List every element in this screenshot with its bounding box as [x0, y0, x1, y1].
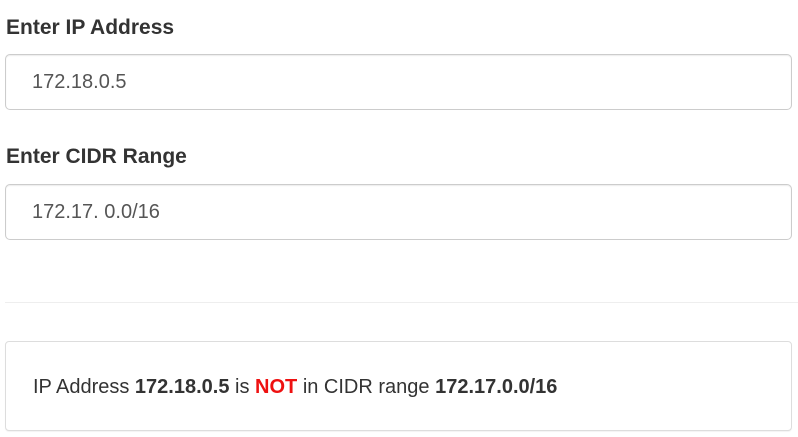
result-panel: IP Address 172.18.0.5 is NOT in CIDR ran… [5, 341, 792, 431]
cidr-range-input[interactable] [5, 184, 792, 240]
divider [5, 302, 798, 303]
result-cidr: 172.17.0.0/16 [435, 376, 558, 398]
result-is: is [235, 376, 250, 398]
ip-cidr-checker: Enter IP Address Enter CIDR Range IP Add… [0, 0, 798, 437]
result-message: IP Address 172.18.0.5 is NOT in CIDR ran… [33, 375, 557, 399]
result-ip: 172.18.0.5 [134, 376, 230, 398]
result-middle: in CIDR range [302, 376, 430, 398]
result-prefix: IP Address [33, 376, 130, 398]
ip-address-label: Enter IP Address [6, 16, 175, 39]
ip-address-input[interactable] [5, 54, 792, 110]
result-verdict: NOT [255, 376, 298, 398]
cidr-range-label: Enter CIDR Range [6, 145, 187, 168]
